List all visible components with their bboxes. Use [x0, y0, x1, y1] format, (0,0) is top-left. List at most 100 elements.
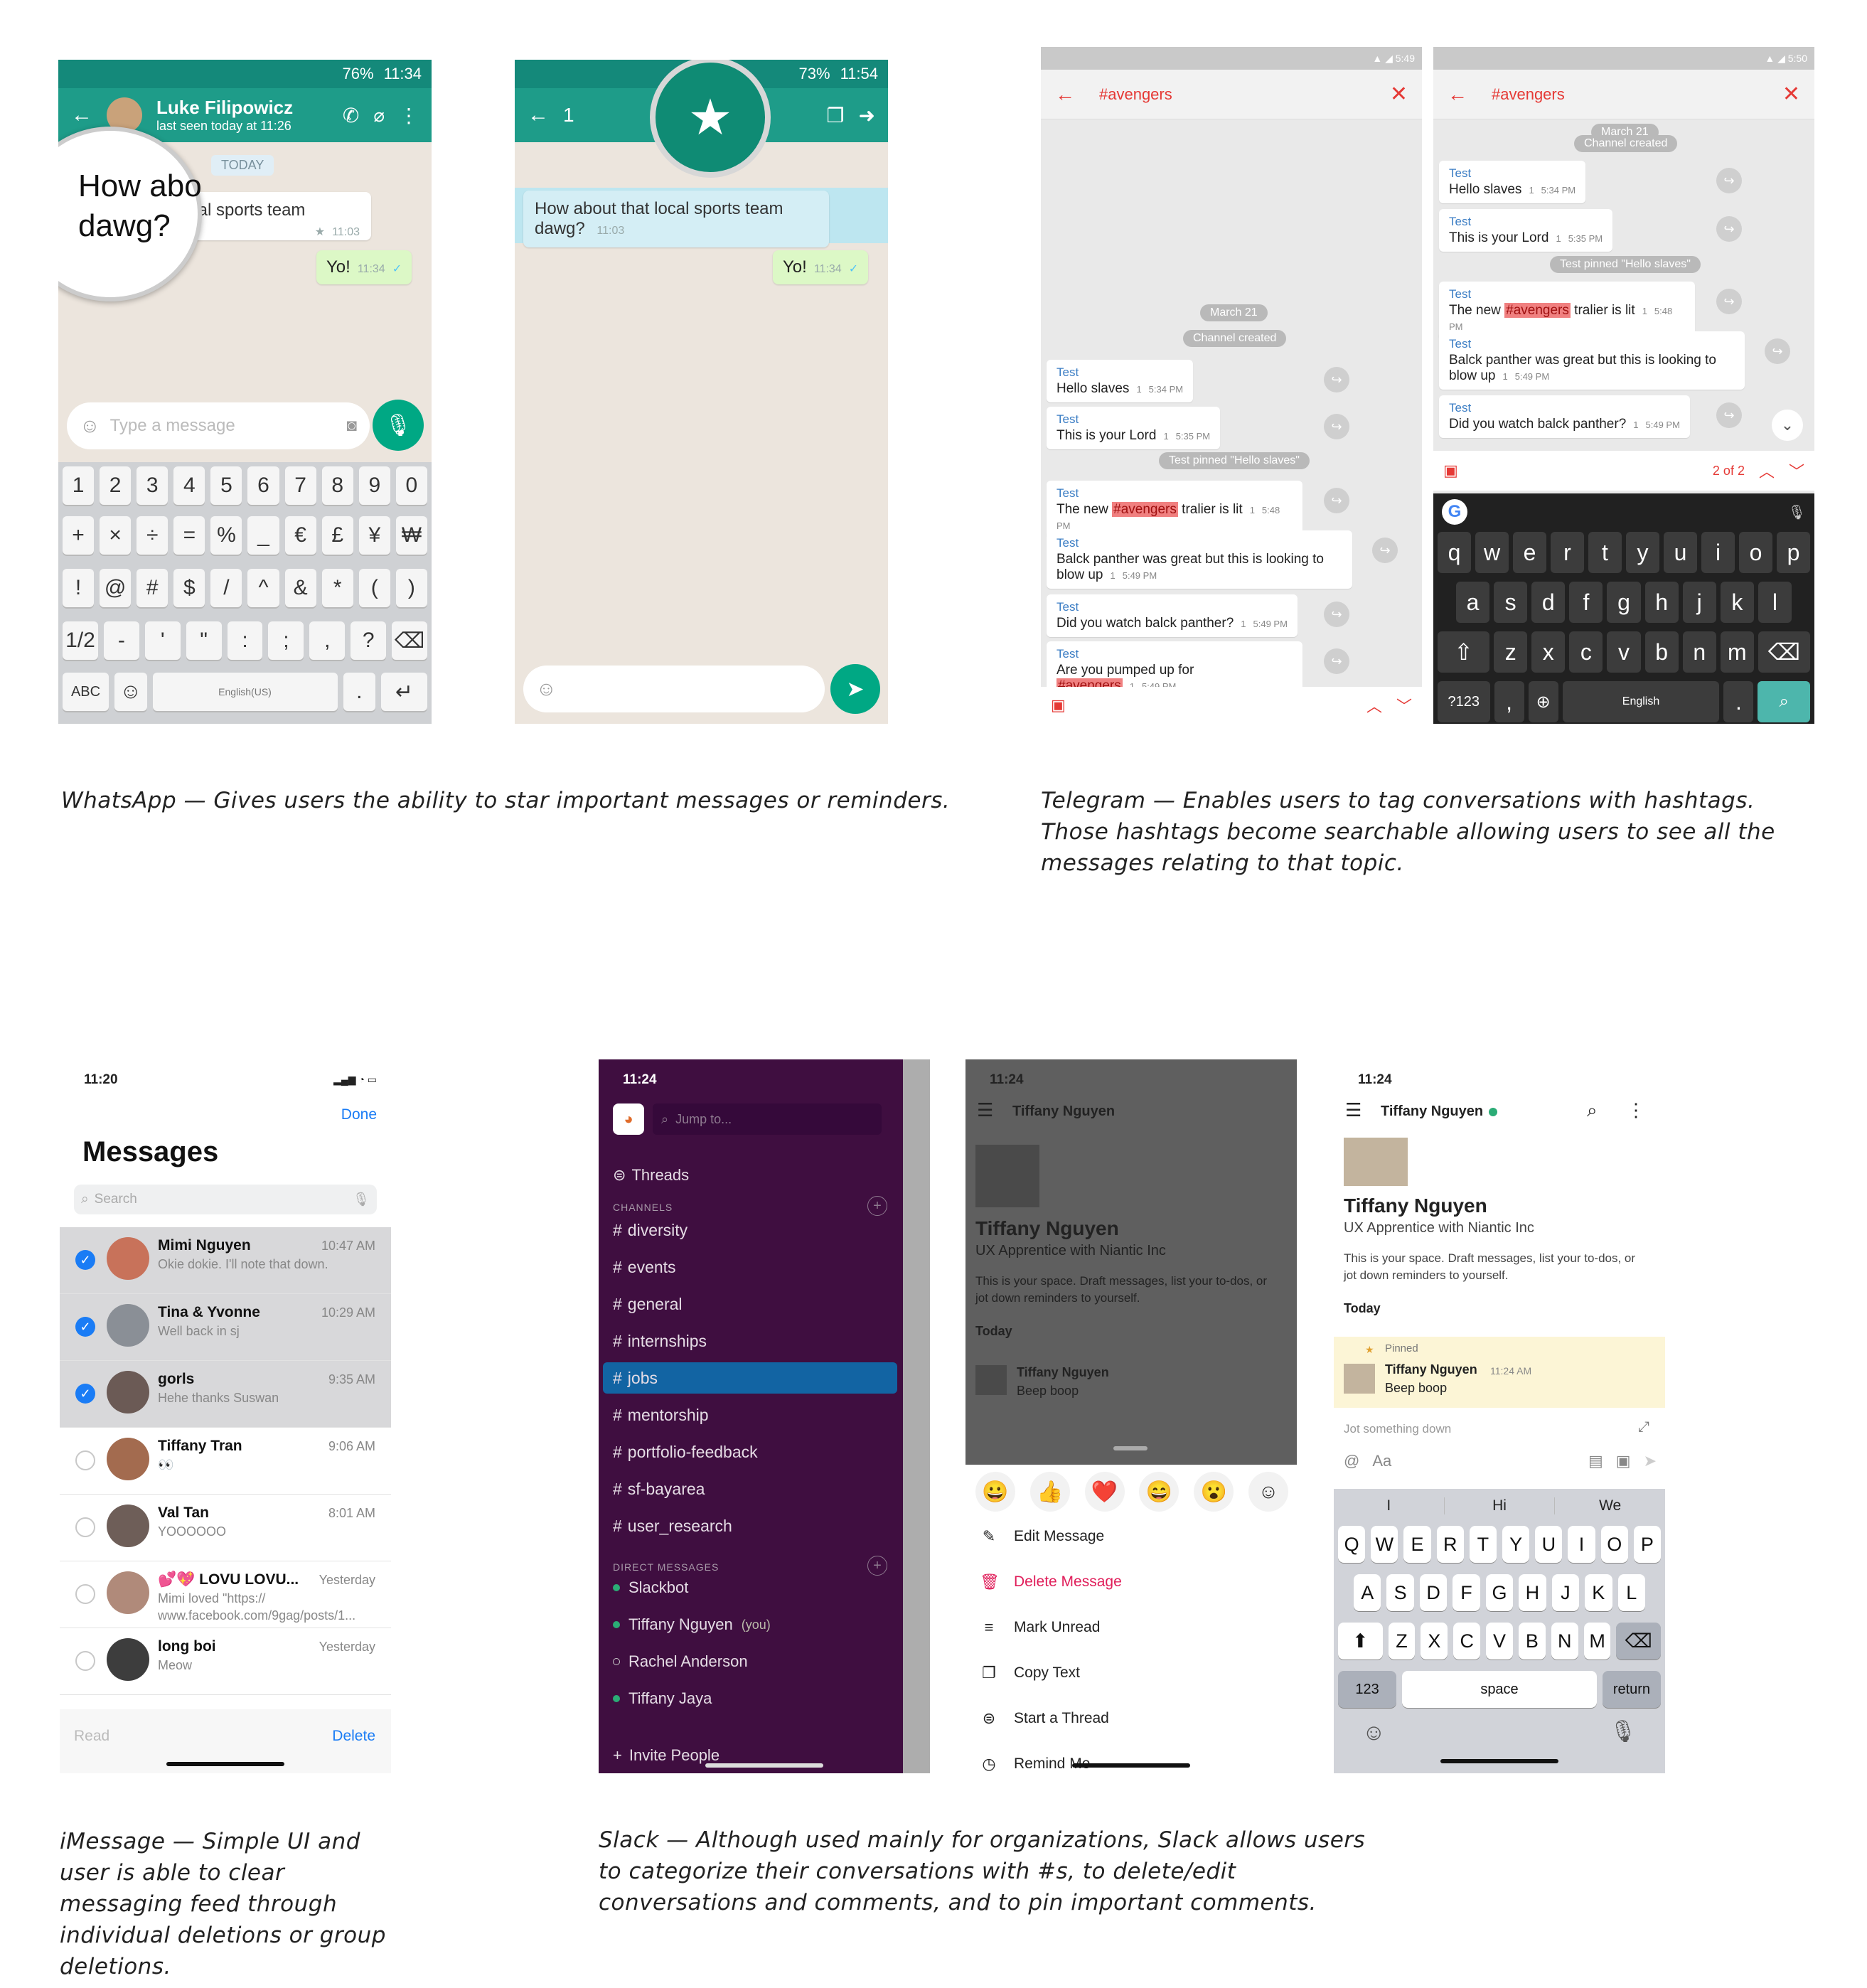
keyboard-key[interactable]: I [1568, 1526, 1595, 1563]
keyboard-key[interactable]: P [1633, 1526, 1662, 1563]
message-bubble[interactable]: Test This is your Lord 1 5:35 PM [1439, 209, 1613, 252]
keyboard-key[interactable]: + [63, 516, 95, 555]
calendar-icon[interactable]: ▣ [1051, 696, 1066, 715]
send-icon[interactable]: ➤ [1644, 1452, 1657, 1470]
channel-item[interactable]: # internships [603, 1325, 897, 1357]
send-button[interactable]: ➤ [830, 664, 880, 714]
keyboard-key[interactable]: s [1494, 582, 1528, 623]
back-arrow-icon[interactable]: ← [1055, 83, 1075, 106]
workspace-icon[interactable]: ◕ [613, 1103, 644, 1135]
search-query[interactable]: #avengers [1099, 85, 1172, 104]
jump-to-search[interactable]: ⌕ Jump to... [653, 1103, 882, 1135]
keyboard-key[interactable]: , [309, 621, 346, 660]
keyboard-key[interactable]: : [227, 621, 263, 660]
conversation-row[interactable]: Tiffany Tran 👀 9:06 AM [60, 1428, 391, 1495]
keyboard-key[interactable]: B [1518, 1623, 1546, 1660]
enter-key[interactable]: ↵ [381, 673, 427, 711]
keyboard-key[interactable]: 7 [284, 466, 316, 505]
chevron-up-icon[interactable]: ︿ [1366, 694, 1382, 717]
hashtag-highlight[interactable]: #avengers [1504, 303, 1571, 318]
keyboard-key[interactable]: c [1569, 631, 1603, 673]
return-key[interactable]: return [1602, 1671, 1661, 1708]
suggestion[interactable]: Hi [1445, 1497, 1556, 1514]
keyboard-key[interactable]: N [1551, 1623, 1578, 1660]
keyboard-key[interactable]: 9 [358, 466, 390, 505]
pinned-message[interactable]: ★ Pinned Tiffany Nguyen 11:24 AM Beep bo… [1334, 1337, 1665, 1408]
action-edit-message[interactable]: ✎ Edit Message [980, 1527, 1104, 1546]
message-bubble[interactable]: Test This is your Lord 1 5:35 PM [1047, 407, 1221, 449]
keyboard-key[interactable]: " [186, 621, 222, 660]
back-arrow-icon[interactable]: ← [71, 103, 92, 127]
keyboard-key[interactable]: R [1436, 1526, 1464, 1563]
copy-icon[interactable]: ❐ [826, 104, 844, 127]
keyboard-key[interactable]: U [1535, 1526, 1563, 1563]
keyboard-key[interactable]: t [1588, 532, 1622, 573]
message-outgoing[interactable]: Yo! 11:34 ✓ [316, 250, 412, 284]
keyboard-key[interactable]: 0 [395, 466, 427, 505]
globe-icon[interactable]: ⊕ [1528, 681, 1558, 722]
expand-icon[interactable]: ⤢ [1638, 1419, 1649, 1436]
reaction-emoji[interactable]: 😀 [975, 1472, 1015, 1512]
abc-key[interactable]: ABC [63, 673, 109, 711]
message-bubble[interactable]: Test Hello slaves 1 5:34 PM [1047, 360, 1194, 402]
suggestion[interactable]: I [1334, 1497, 1445, 1514]
add-dm-icon[interactable]: + [867, 1556, 887, 1576]
keyboard-key[interactable]: V [1486, 1623, 1513, 1660]
message-bubble[interactable]: Test Did you watch balck panther? 1 5:49 PM [1047, 594, 1298, 637]
select-checkbox[interactable] [75, 1651, 95, 1671]
keyboard-key[interactable]: n [1682, 631, 1716, 673]
keyboard-key[interactable]: ¥ [358, 516, 390, 555]
forward-icon[interactable]: ↪ [1765, 338, 1790, 364]
mention-icon[interactable]: @ [1344, 1452, 1359, 1470]
dm-item[interactable]: Tiffany Nguyen (you) [613, 1615, 771, 1634]
keyboard-key[interactable]: k [1720, 582, 1754, 623]
scroll-down-button[interactable]: ⌄ [1772, 410, 1803, 441]
contact-name[interactable]: Luke Filipowicz [156, 97, 328, 119]
comma-key[interactable]: , [1494, 681, 1524, 722]
keyboard-key[interactable]: Y [1502, 1526, 1530, 1563]
message-input[interactable]: ☺ Type a message ◙ [67, 402, 370, 449]
channel-item[interactable]: # portfolio-feedback [603, 1436, 897, 1468]
keyboard-key[interactable]: o [1739, 532, 1772, 573]
keyboard-key[interactable]: ) [395, 569, 427, 607]
space-key[interactable]: English [1562, 681, 1720, 722]
conversation-row[interactable]: ✓ Mimi Nguyen Okie dokie. I'll note that d… [60, 1227, 391, 1294]
header-name[interactable]: Tiffany Nguyen [1381, 1103, 1483, 1120]
select-checkbox[interactable] [75, 1517, 95, 1537]
google-icon[interactable]: G [1442, 499, 1467, 525]
keyboard-key[interactable]: 8 [321, 466, 353, 505]
chevron-up-icon[interactable]: ︿ [1759, 459, 1775, 482]
forward-icon[interactable]: ↪ [1372, 538, 1398, 563]
keyboard-key[interactable]: j [1682, 582, 1716, 623]
keyboard-key[interactable]: % [210, 516, 242, 555]
keyboard-key[interactable]: × [100, 516, 132, 555]
keyboard-key[interactable]: & [284, 569, 316, 607]
keyboard-key[interactable]: W [1371, 1526, 1398, 1563]
message-bubble[interactable]: Test Did you watch balck panther? 1 5:49 PM [1439, 395, 1690, 438]
mic-icon[interactable]: 🎙 [1610, 1719, 1637, 1746]
keyboard-key[interactable]: f [1569, 582, 1603, 623]
keyboard-key[interactable]: ₩ [395, 516, 427, 555]
keyboard-key[interactable]: O [1600, 1526, 1628, 1563]
keyboard-key[interactable]: / [210, 569, 242, 607]
channel-item[interactable]: # mentorship [603, 1399, 897, 1431]
read-button[interactable]: Read [74, 1728, 109, 1745]
keyboard-key[interactable]: _ [247, 516, 279, 555]
emoji-icon[interactable]: ☺ [536, 678, 557, 700]
channel-item[interactable]: # sf-bayarea [603, 1473, 897, 1505]
header-name[interactable]: Tiffany Nguyen [1012, 1103, 1115, 1120]
message-bubble[interactable]: Test Balck panther was great but this is … [1439, 331, 1745, 390]
calendar-icon[interactable]: ▣ [1443, 461, 1458, 480]
keyboard-key[interactable]: - [103, 621, 139, 660]
close-icon[interactable]: ✕ [1390, 82, 1408, 107]
forward-icon[interactable]: ↪ [1716, 289, 1742, 314]
keyboard-key[interactable]: = [173, 516, 205, 555]
keyboard-key[interactable]: x [1531, 631, 1566, 673]
shift-key[interactable]: ⇧ [1438, 631, 1490, 673]
space-key[interactable]: space [1402, 1671, 1597, 1708]
keyboard-key[interactable]: # [137, 569, 168, 607]
message-outgoing[interactable]: Yo! 11:34 ✓ [773, 250, 869, 284]
keyboard-key[interactable]: ? [351, 621, 387, 660]
more-icon[interactable]: ⋮ [1627, 1099, 1645, 1121]
files-icon[interactable]: ▤ [1588, 1452, 1603, 1470]
